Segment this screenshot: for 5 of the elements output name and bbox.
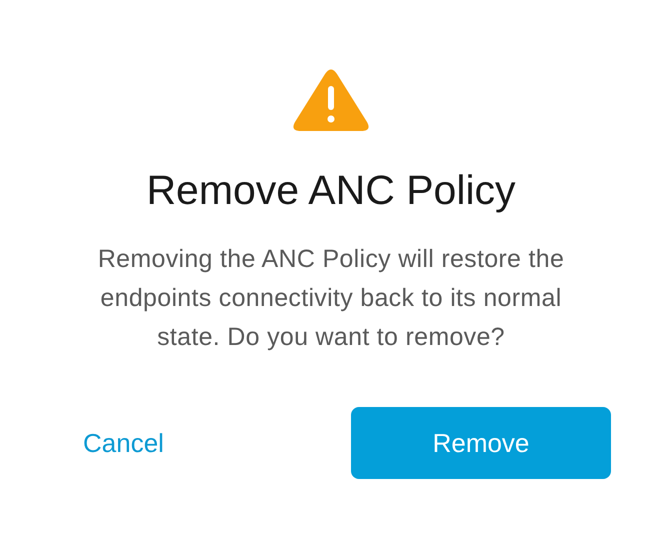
- cancel-button[interactable]: Cancel: [53, 407, 194, 479]
- warning-icon: [293, 68, 369, 132]
- dialog-message: Removing the ANC Policy will restore the endpoints connectivity back to its normal state. Do you want to remove?: [96, 244, 566, 353]
- remove-button[interactable]: Remove: [351, 407, 611, 479]
- dialog-title: Remove ANC Policy: [146, 166, 516, 214]
